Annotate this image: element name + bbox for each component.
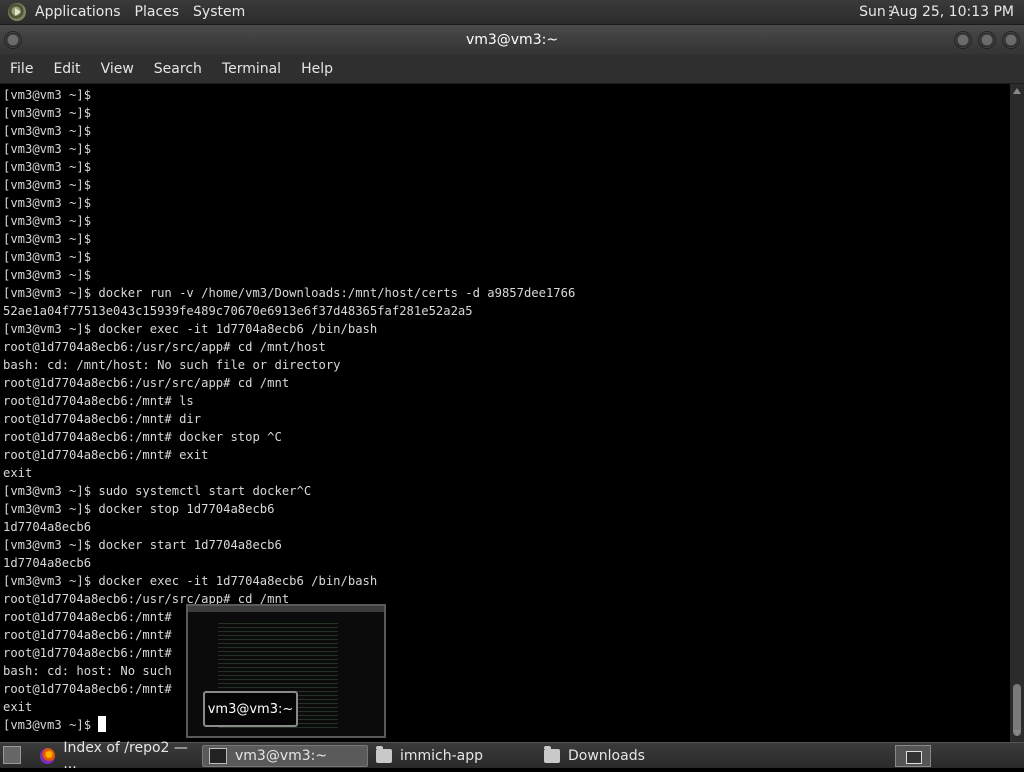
scroll-up-icon[interactable] — [1013, 88, 1021, 94]
terminal-line: [vm3@vm3 ~]$ — [3, 142, 92, 156]
terminal-line: exit — [3, 700, 33, 714]
terminal-line: root@1d7704a8ecb6:/mnt# exit — [3, 448, 209, 462]
terminal-line: root@1d7704a8ecb6:/mnt# dir — [3, 412, 202, 426]
terminal-line: [vm3@vm3 ~]$ — [3, 88, 92, 102]
terminal-line: [vm3@vm3 ~]$ — [3, 124, 92, 138]
terminal-line: bash: cd: host: No such — [3, 664, 172, 678]
close-button[interactable] — [1002, 31, 1020, 49]
panel-menus: Applications Places System — [28, 4, 252, 20]
terminal-line: root@1d7704a8ecb6:/mnt# docker stop ^C — [3, 430, 282, 444]
terminal-icon — [209, 748, 227, 764]
workspace-icon — [906, 751, 922, 764]
terminal-line: root@1d7704a8ecb6:/usr/src/app# cd /mnt — [3, 376, 290, 390]
menu-view[interactable]: View — [91, 61, 144, 77]
terminal-line: bash: cd: /mnt/host: No such file or dir… — [3, 358, 341, 372]
places-menu[interactable]: Places — [128, 4, 187, 20]
terminal-line: 1d7704a8ecb6 — [3, 520, 92, 534]
terminal-area[interactable]: [vm3@vm3 ~]$ [vm3@vm3 ~]$ [vm3@vm3 ~]$ [vm3… — [0, 84, 1010, 742]
terminal-line: [vm3@vm3 ~]$ docker run -v /home/vm3/Dow… — [3, 286, 576, 300]
task-label: Downloads — [568, 748, 645, 764]
scrollbar-thumb[interactable] — [1013, 684, 1021, 736]
terminal-line: root@1d7704a8ecb6:/mnt# — [3, 682, 172, 696]
firefox-icon — [40, 748, 56, 764]
terminal-line: root@1d7704a8ecb6:/mnt# — [3, 628, 172, 642]
task-terminal[interactable]: vm3@vm3:~ — [202, 745, 368, 767]
terminal-line: [vm3@vm3 ~]$ docker start 1d7704a8ecb6 — [3, 538, 282, 552]
menu-file[interactable]: File — [0, 61, 43, 77]
applications-menu[interactable]: Applications — [28, 4, 128, 20]
menu-help[interactable]: Help — [291, 61, 343, 77]
terminal-line: [vm3@vm3 ~]$ — [3, 232, 92, 246]
terminal-line: [vm3@vm3 ~]$ — [3, 160, 92, 174]
system-menu[interactable]: System — [186, 4, 252, 20]
terminal-menubar: File Edit View Search Terminal Help — [0, 55, 1024, 84]
task-immich-app[interactable]: immich-app — [370, 745, 536, 767]
menu-edit[interactable]: Edit — [43, 61, 90, 77]
window-switcher-label: vm3@vm3:~ — [203, 691, 298, 727]
menu-search[interactable]: Search — [144, 61, 212, 77]
window-title: vm3@vm3:~ — [465, 32, 559, 48]
terminal-line: [vm3@vm3 ~]$ — [3, 268, 92, 282]
terminal-line: [vm3@vm3 ~]$ docker exec -it 1d7704a8ecb… — [3, 574, 378, 588]
terminal-line: [vm3@vm3 ~]$ — [3, 196, 92, 210]
terminal-cursor — [98, 716, 107, 732]
bottom-taskbar: Index of /repo2 — ... vm3@vm3:~ immich-a… — [0, 740, 1024, 772]
terminal-line: [vm3@vm3 ~]$ docker exec -it 1d7704a8ecb… — [3, 322, 378, 336]
task-label: Index of /repo2 — ... — [63, 740, 188, 772]
terminal-line: exit — [3, 466, 33, 480]
show-desktop-icon[interactable] — [3, 746, 21, 764]
terminal-line: [vm3@vm3 ~]$ — [3, 250, 92, 264]
terminal-line: 52ae1a04f77513e043c15939fe489c70670e6913… — [3, 304, 473, 318]
terminal-line: [vm3@vm3 ~]$ — [3, 214, 92, 228]
task-label: immich-app — [400, 748, 484, 764]
terminal-line: root@1d7704a8ecb6:/usr/src/app# cd /mnt — [3, 592, 290, 606]
terminal-scrollbar[interactable] — [1010, 84, 1024, 742]
menu-terminal[interactable]: Terminal — [212, 61, 291, 77]
workspace-switcher[interactable] — [895, 745, 931, 767]
terminal-line: root@1d7704a8ecb6:/mnt# — [3, 646, 172, 660]
minimize-button[interactable] — [954, 31, 972, 49]
top-panel: Applications Places System Sun Aug 25, 1… — [0, 0, 1024, 25]
distro-logo-icon[interactable] — [8, 3, 26, 21]
window-menu-button[interactable] — [4, 31, 22, 49]
maximize-button[interactable] — [978, 31, 996, 49]
task-firefox[interactable]: Index of /repo2 — ... — [34, 740, 200, 772]
folder-icon — [376, 746, 392, 763]
terminal-output: [vm3@vm3 ~]$ [vm3@vm3 ~]$ [vm3@vm3 ~]$ [vm3… — [0, 84, 1010, 734]
task-label: vm3@vm3:~ — [235, 748, 328, 764]
preview-titlebar — [188, 606, 384, 612]
terminal-line: root@1d7704a8ecb6:/usr/src/app# cd /mnt/… — [3, 340, 326, 354]
terminal-line: root@1d7704a8ecb6:/mnt# ls — [3, 394, 194, 408]
task-downloads[interactable]: Downloads — [538, 745, 704, 767]
scroll-down-icon[interactable] — [1013, 730, 1021, 736]
window-titlebar[interactable]: vm3@vm3:~ — [0, 25, 1024, 55]
folder-icon — [544, 746, 560, 763]
terminal-line: [vm3@vm3 ~]$ — [3, 106, 92, 120]
terminal-line: 1d7704a8ecb6 — [3, 556, 92, 570]
terminal-line: [vm3@vm3 ~]$ docker stop 1d7704a8ecb6 — [3, 502, 275, 516]
terminal-line: [vm3@vm3 ~]$ — [3, 716, 1010, 734]
terminal-line: root@1d7704a8ecb6:/mnt# — [3, 610, 172, 624]
clock[interactable]: Sun Aug 25, 10:13 PM — [859, 4, 1014, 20]
terminal-line: [vm3@vm3 ~]$ sudo systemctl start docker… — [3, 484, 312, 498]
terminal-line: [vm3@vm3 ~]$ — [3, 178, 92, 192]
